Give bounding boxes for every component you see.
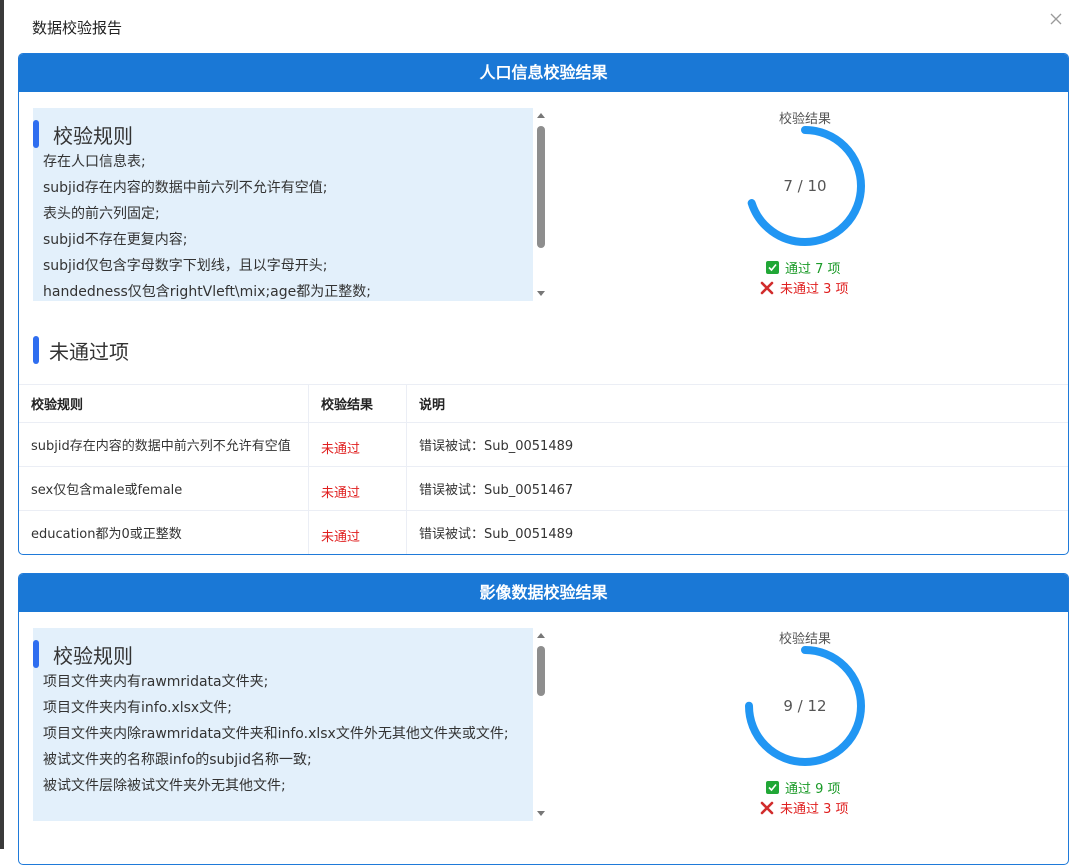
progress-text: 9 / 12 [783, 697, 827, 715]
close-icon[interactable] [1046, 9, 1066, 29]
check-icon [766, 781, 779, 794]
progress-text: 7 / 10 [783, 177, 827, 195]
scroll-thumb[interactable] [537, 646, 545, 696]
rules-list: 存在人口信息表; subjid存在内容的数据中前六列不允许有空值; 表头的前六列… [43, 149, 523, 301]
heading-accent-bar [33, 120, 39, 148]
fail-count-label: 未通过 3 项 [780, 802, 849, 817]
status-fail: 未通过 [321, 530, 361, 545]
rules-box: 校验规则 存在人口信息表; subjid存在内容的数据中前六列不允许有空值; 表… [33, 108, 533, 301]
result-panel: 校验结果 9 / 12 通过 9 项 未通过 3 项 [719, 628, 891, 828]
rule-item: 被试文件层除被试文件夹外无其他文件; [43, 778, 286, 794]
population-check-card: 人口信息校验结果 校验规则 存在人口信息表; subjid存在内容的数据中前六列… [18, 53, 1069, 555]
column-header-rule: 校验规则 [19, 385, 309, 422]
column-header-description: 说明 [419, 398, 446, 413]
status-fail: 未通过 [321, 442, 361, 457]
check-icon [766, 261, 779, 274]
rule-item: subjid存在内容的数据中前六列不允许有空值; [43, 180, 328, 196]
rules-heading: 校验规则 [53, 644, 133, 668]
rule-item: 项目文件夹内除rawmridata文件夹和info.xlsx文件外无其他文件夹或… [43, 726, 509, 742]
heading-accent-bar [33, 336, 39, 364]
rule-cell: education都为0或正整数 [19, 511, 309, 554]
description-cell: 错误被试：Sub_0051467 [419, 483, 574, 498]
fail-count-label: 未通过 3 项 [780, 282, 849, 297]
rule-item: subjid仅包含字母数字下划线，且以字母开头; [43, 258, 328, 274]
fail-summary: 未通过 3 项 [760, 798, 849, 817]
table-row: sex仅包含male或female 未通过 错误被试：Sub_0051467 [19, 467, 1068, 511]
status-fail: 未通过 [321, 486, 361, 501]
rules-scrollbar[interactable] [534, 628, 548, 821]
rules-list: 项目文件夹内有rawmridata文件夹; 项目文件夹内有info.xlsx文件… [43, 669, 523, 799]
result-cell: 未通过 [309, 423, 407, 466]
rule-item: 项目文件夹内有info.xlsx文件; [43, 700, 232, 716]
rule-cell: sex仅包含male或female [19, 467, 309, 510]
rule-item: 项目文件夹内有rawmridata文件夹; [43, 674, 269, 690]
scroll-up-arrow-icon[interactable] [537, 113, 545, 118]
section-header: 人口信息校验结果 [19, 54, 1068, 92]
table-header-row: 校验规则 校验结果 说明 [19, 384, 1068, 423]
section-header: 影像数据校验结果 [19, 574, 1068, 612]
table-row: education都为0或正整数 未通过 错误被试：Sub_0051489 [19, 511, 1068, 554]
result-cell: 未通过 [309, 511, 407, 554]
cross-icon [760, 801, 774, 815]
rule-item: 存在人口信息表; [43, 154, 146, 170]
description-cell: 错误被试：Sub_0051489 [419, 439, 574, 454]
rule-item: 被试文件夹的名称跟info的subjid名称一致; [43, 752, 312, 768]
result-panel: 校验结果 7 / 10 通过 7 项 未通过 3 项 [719, 108, 891, 308]
report-dialog: 数据校验报告 人口信息校验结果 校验规则 存在人口信息表; subjid存在内容… [4, 0, 1080, 865]
rule-cell: subjid存在内容的数据中前六列不允许有空值 [19, 423, 309, 466]
imaging-check-card: 影像数据校验结果 校验规则 项目文件夹内有rawmridata文件夹; 项目文件… [18, 573, 1069, 865]
rule-item: handedness仅包含rightVleft\mix;age都为正整数; [43, 284, 371, 300]
rules-scrollbar[interactable] [534, 108, 548, 301]
fail-summary: 未通过 3 项 [760, 278, 849, 297]
rules-heading: 校验规则 [53, 124, 133, 148]
rule-item: subjid不存在更复内容; [43, 232, 188, 248]
dialog-title: 数据校验报告 [32, 19, 123, 37]
pass-summary: 通过 9 项 [766, 778, 841, 797]
pass-summary: 通过 7 项 [766, 258, 841, 277]
scroll-down-arrow-icon[interactable] [537, 291, 545, 296]
heading-accent-bar [33, 640, 39, 668]
result-cell: 未通过 [309, 467, 407, 510]
scroll-down-arrow-icon[interactable] [537, 811, 545, 816]
failed-items-table: 校验规则 校验结果 说明 subjid存在内容的数据中前六列不允许有空值 未通过… [19, 384, 1068, 554]
rule-item: 表头的前六列固定; [43, 206, 160, 222]
cross-icon [760, 281, 774, 295]
description-cell: 错误被试：Sub_0051489 [419, 527, 574, 542]
rules-box: 校验规则 项目文件夹内有rawmridata文件夹; 项目文件夹内有info.x… [33, 628, 533, 821]
table-row: subjid存在内容的数据中前六列不允许有空值 未通过 错误被试：Sub_005… [19, 423, 1068, 467]
column-header-result: 校验结果 [309, 385, 407, 422]
pass-count-label: 通过 9 项 [785, 782, 841, 797]
failed-items-heading: 未通过项 [49, 340, 129, 364]
scroll-up-arrow-icon[interactable] [537, 633, 545, 638]
scroll-thumb[interactable] [537, 126, 545, 248]
pass-count-label: 通过 7 项 [785, 262, 841, 277]
